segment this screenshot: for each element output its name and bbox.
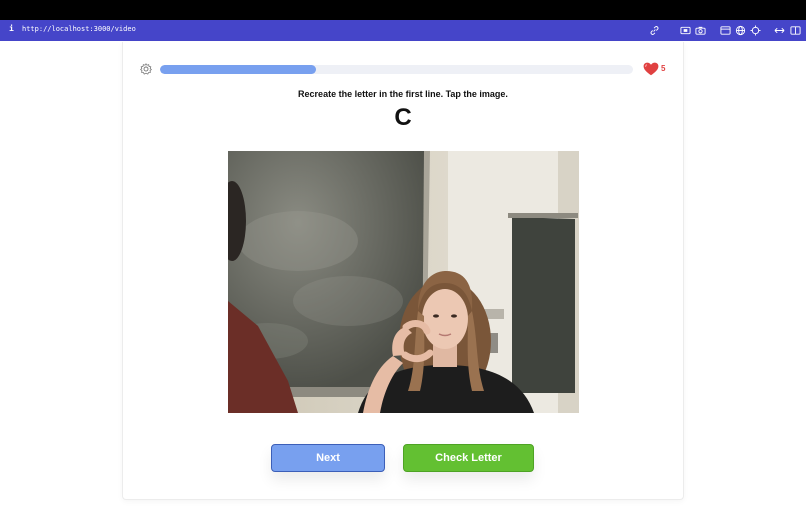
- window-top-bar: [0, 0, 806, 20]
- resize-icon[interactable]: [774, 25, 785, 36]
- window-icon[interactable]: [720, 25, 731, 36]
- next-button[interactable]: Next: [271, 444, 385, 472]
- lesson-progress-fill: [160, 65, 317, 74]
- heart-icon: [643, 62, 659, 76]
- globe-icon[interactable]: [735, 25, 746, 36]
- screenshot-icon[interactable]: [680, 25, 691, 36]
- crosshair-icon[interactable]: [750, 25, 761, 36]
- instruction-text: Recreate the letter in the first line. T…: [298, 89, 508, 99]
- info-icon[interactable]: i: [9, 24, 14, 33]
- link-icon[interactable]: [649, 25, 660, 36]
- settings-gear-icon[interactable]: [140, 63, 152, 75]
- url-text[interactable]: http://localhost:3000/video: [22, 25, 136, 33]
- camera-icon[interactable]: [695, 25, 706, 36]
- check-letter-button[interactable]: Check Letter: [403, 444, 534, 472]
- webcam-image[interactable]: [228, 151, 579, 413]
- lesson-progress-bar: [160, 65, 633, 74]
- sidebar-icon[interactable]: [790, 25, 801, 36]
- target-letter: C: [394, 104, 412, 131]
- lives-count: 5: [661, 64, 666, 73]
- address-bar: i http://localhost:3000/video: [0, 20, 806, 41]
